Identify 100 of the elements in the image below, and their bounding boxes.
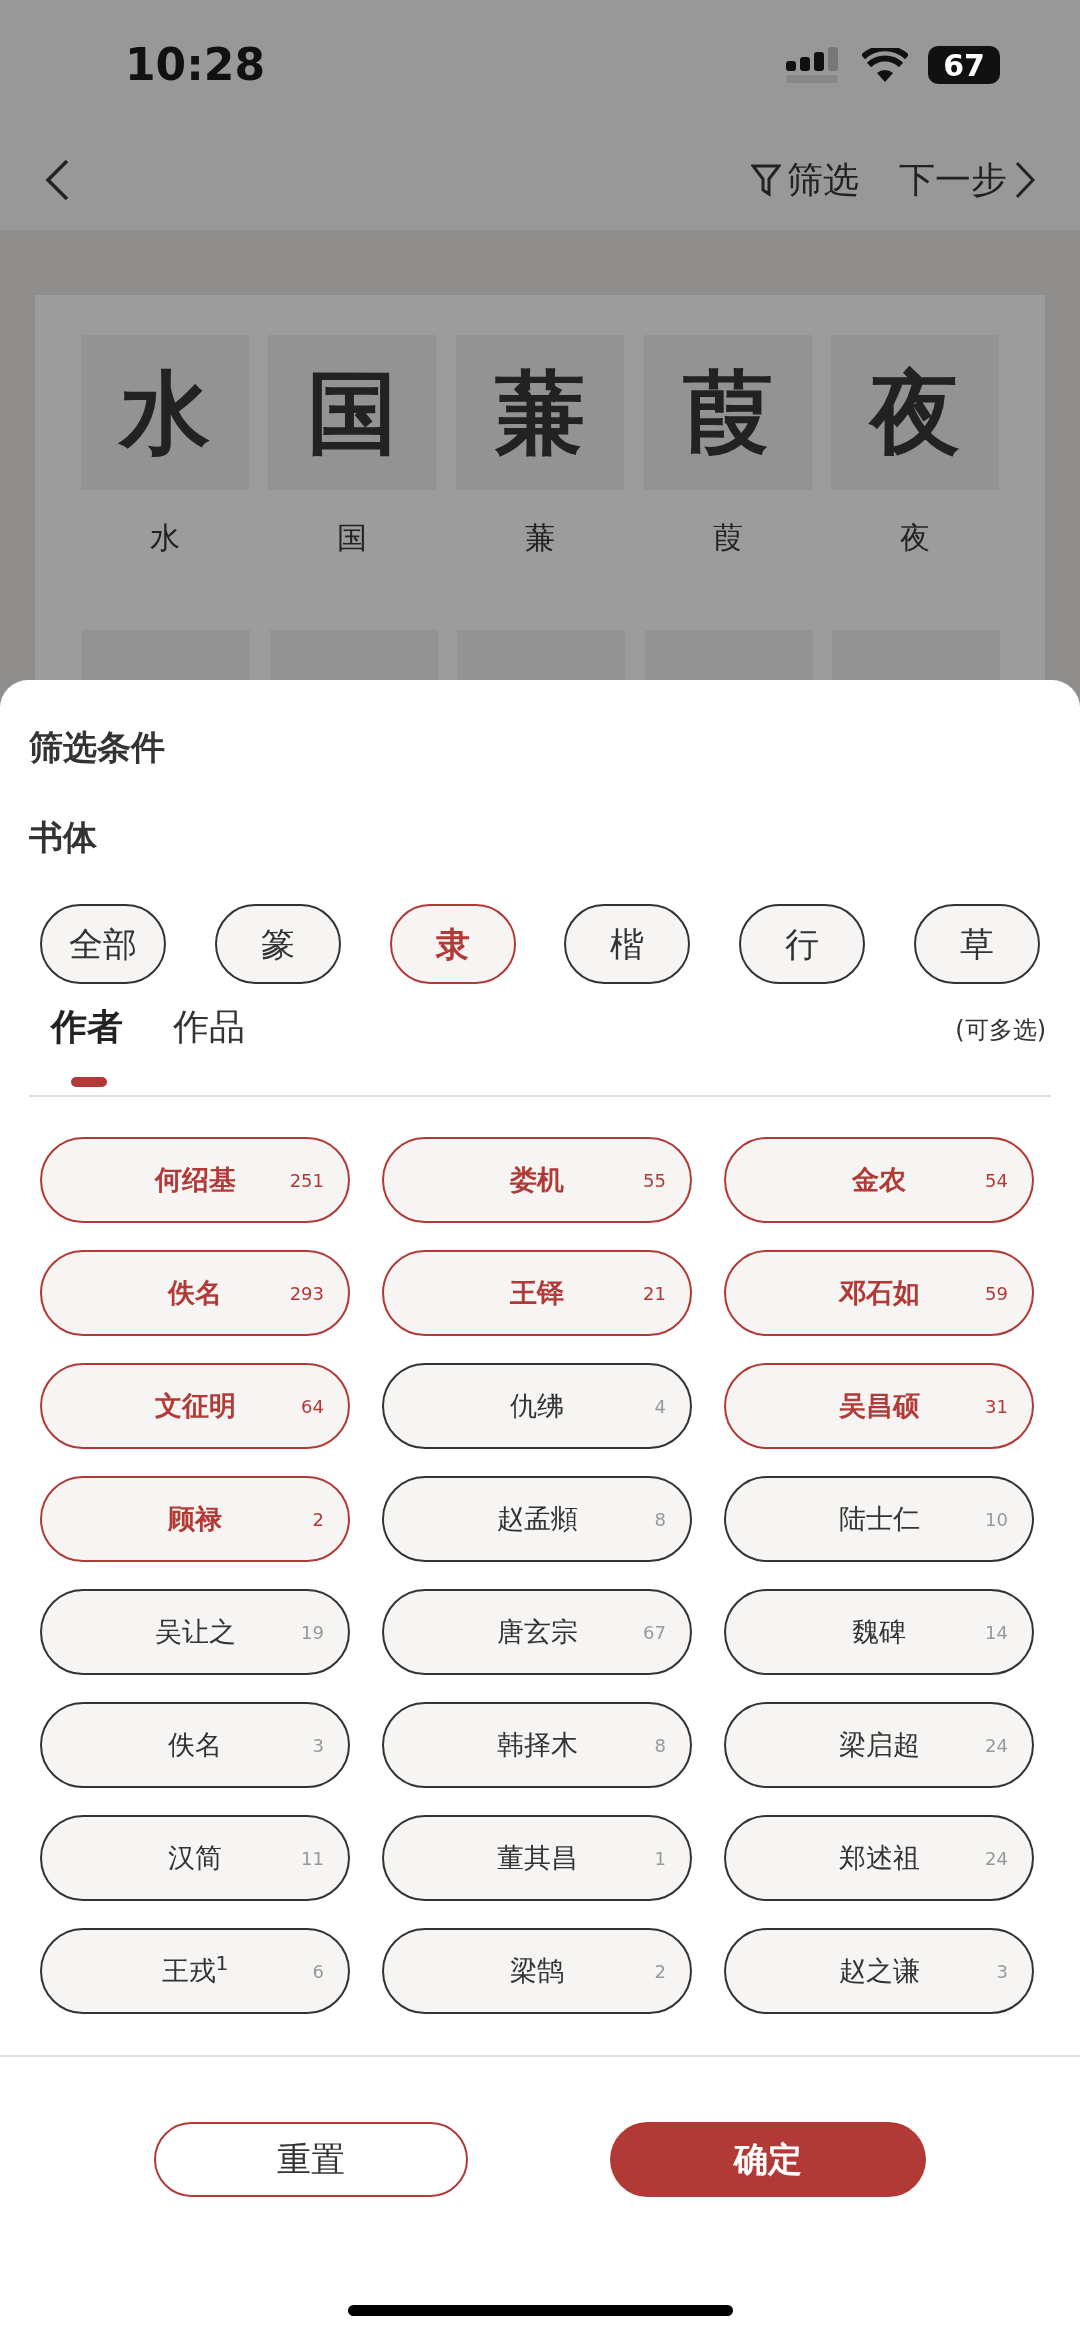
script-chip[interactable]: 隶 <box>389 904 516 984</box>
character-tile[interactable]: 夜 <box>831 335 1000 490</box>
author-chip[interactable]: 梁鹄 2 <box>382 1928 692 2014</box>
filter-icon <box>751 163 781 197</box>
author-count: 8 <box>654 1733 666 1758</box>
back-icon[interactable] <box>45 159 69 201</box>
author-name: 陆士仁 <box>838 1501 920 1536</box>
author-name: 文征明 <box>154 1388 236 1423</box>
author-chip[interactable]: 赵之谦 3 <box>724 1928 1034 2014</box>
author-count: 64 <box>301 1394 324 1419</box>
author-chip[interactable]: 韩择木 8 <box>382 1702 692 1788</box>
confirm-button[interactable]: 确定 <box>610 2122 926 2197</box>
author-name: 吴让之 <box>154 1614 236 1649</box>
script-chip[interactable]: 行 <box>739 904 866 984</box>
author-count: 3 <box>312 1733 324 1758</box>
battery-icon: 67 <box>928 46 1000 84</box>
author-name: 金农 <box>852 1162 906 1197</box>
author-chip[interactable]: 邓石如 59 <box>724 1250 1034 1336</box>
author-count: 24 <box>985 1846 1008 1871</box>
character-tile[interactable]: 水 <box>80 335 249 490</box>
status-time: 10:28 <box>125 38 266 92</box>
author-chip[interactable]: 董其昌 1 <box>382 1815 692 1901</box>
author-name: 唐玄宗 <box>496 1614 578 1649</box>
sheet-title: 筛选条件 <box>29 726 166 769</box>
author-name: 魏碑 <box>852 1614 906 1649</box>
author-count: 2 <box>312 1507 324 1532</box>
tab[interactable]: 作品 <box>173 1000 245 1095</box>
author-chip[interactable]: 汉简 11 <box>40 1815 350 1901</box>
author-count: 14 <box>985 1620 1008 1645</box>
author-chip[interactable]: 王戎$^{1}$ 6 <box>40 1928 350 2014</box>
author-name: 邓石如 <box>838 1275 920 1310</box>
next-step-button[interactable]: 下一步 <box>899 153 1035 207</box>
author-count: 31 <box>985 1394 1008 1419</box>
author-chip[interactable]: 赵孟頫 8 <box>382 1476 692 1562</box>
character-label: 蒹 <box>525 519 555 557</box>
script-chip[interactable]: 草 <box>914 904 1040 984</box>
author-count: 4 <box>654 1394 666 1419</box>
author-count: 6 <box>312 1959 324 1984</box>
author-chip[interactable]: 梁启超 24 <box>724 1702 1034 1788</box>
character-label: 夜 <box>900 519 931 557</box>
character-tile[interactable]: 蒹 <box>456 335 624 490</box>
author-chip[interactable]: 顾禄 2 <box>40 1476 350 1562</box>
author-chip[interactable]: 郑述祖 24 <box>724 1815 1034 1901</box>
character-tile[interactable]: 葭 <box>643 335 812 490</box>
author-name: 郑述祖 <box>838 1840 920 1875</box>
tab[interactable]: 作者 <box>51 1000 123 1095</box>
author-count: 67 <box>643 1620 666 1645</box>
author-chip[interactable]: 吴让之 19 <box>40 1589 350 1675</box>
author-name: 娄机 <box>510 1162 564 1197</box>
author-name: 董其昌 <box>496 1840 578 1875</box>
character-label: 葭 <box>712 519 743 557</box>
author-name: 佚名 <box>168 1275 222 1310</box>
author-chip[interactable]: 何绍基 251 <box>40 1137 350 1223</box>
author-chip[interactable]: 娄机 55 <box>382 1137 692 1223</box>
author-name: 佚名 <box>168 1727 222 1762</box>
author-name: 王戎$^{1}$ <box>161 1950 229 1988</box>
author-name: 韩择木 <box>496 1727 578 1762</box>
character-label: 国 <box>337 519 368 557</box>
author-chip[interactable]: 文征明 64 <box>40 1363 350 1449</box>
author-chip[interactable]: 吴昌硕 31 <box>724 1363 1034 1449</box>
character-tile[interactable]: 国 <box>268 335 437 490</box>
author-count: 19 <box>301 1620 324 1645</box>
author-count: 3 <box>996 1959 1008 1984</box>
section-label: 书体 <box>29 816 98 859</box>
author-name: 赵之谦 <box>838 1953 920 1988</box>
author-count: 55 <box>643 1168 666 1193</box>
filter-button[interactable]: 筛选 <box>751 153 859 207</box>
author-count: 293 <box>289 1281 324 1306</box>
author-name: 仇绋 <box>510 1388 564 1423</box>
author-chip[interactable]: 王铎 21 <box>382 1250 692 1336</box>
author-name: 梁鹄 <box>510 1953 564 1988</box>
script-chip[interactable]: 楷 <box>564 904 691 984</box>
chevron-right-icon <box>1015 161 1035 199</box>
script-chip[interactable]: 全部 <box>40 904 166 984</box>
author-chip[interactable]: 魏碑 14 <box>724 1589 1034 1675</box>
author-count: 11 <box>301 1846 324 1871</box>
multi-select-hint: (可多选) <box>955 1015 1046 1046</box>
author-count: 21 <box>643 1281 666 1306</box>
author-name: 顾禄 <box>168 1501 222 1536</box>
character-label: 水 <box>149 519 180 557</box>
author-name: 吴昌硕 <box>838 1388 920 1423</box>
author-name: 汉简 <box>168 1840 222 1875</box>
script-chip[interactable]: 篆 <box>214 904 341 984</box>
author-chip[interactable]: 金农 54 <box>724 1137 1034 1223</box>
wifi-icon <box>862 48 908 82</box>
reset-button[interactable]: 重置 <box>154 2122 468 2197</box>
author-count: 2 <box>654 1959 666 1984</box>
author-chip[interactable]: 佚名 293 <box>40 1250 350 1336</box>
author-count: 59 <box>985 1281 1008 1306</box>
author-chip[interactable]: 仇绋 4 <box>382 1363 692 1449</box>
tab-indicator <box>71 1077 107 1087</box>
author-name: 何绍基 <box>154 1162 236 1197</box>
author-count: 10 <box>985 1507 1008 1532</box>
author-chip[interactable]: 佚名 3 <box>40 1702 350 1788</box>
author-chip[interactable]: 陆士仁 10 <box>724 1476 1034 1562</box>
author-name: 王铎 <box>510 1275 564 1310</box>
author-name: 梁启超 <box>838 1727 920 1762</box>
author-count: 251 <box>289 1168 324 1193</box>
author-chip[interactable]: 唐玄宗 67 <box>382 1589 692 1675</box>
author-count: 24 <box>985 1733 1008 1758</box>
